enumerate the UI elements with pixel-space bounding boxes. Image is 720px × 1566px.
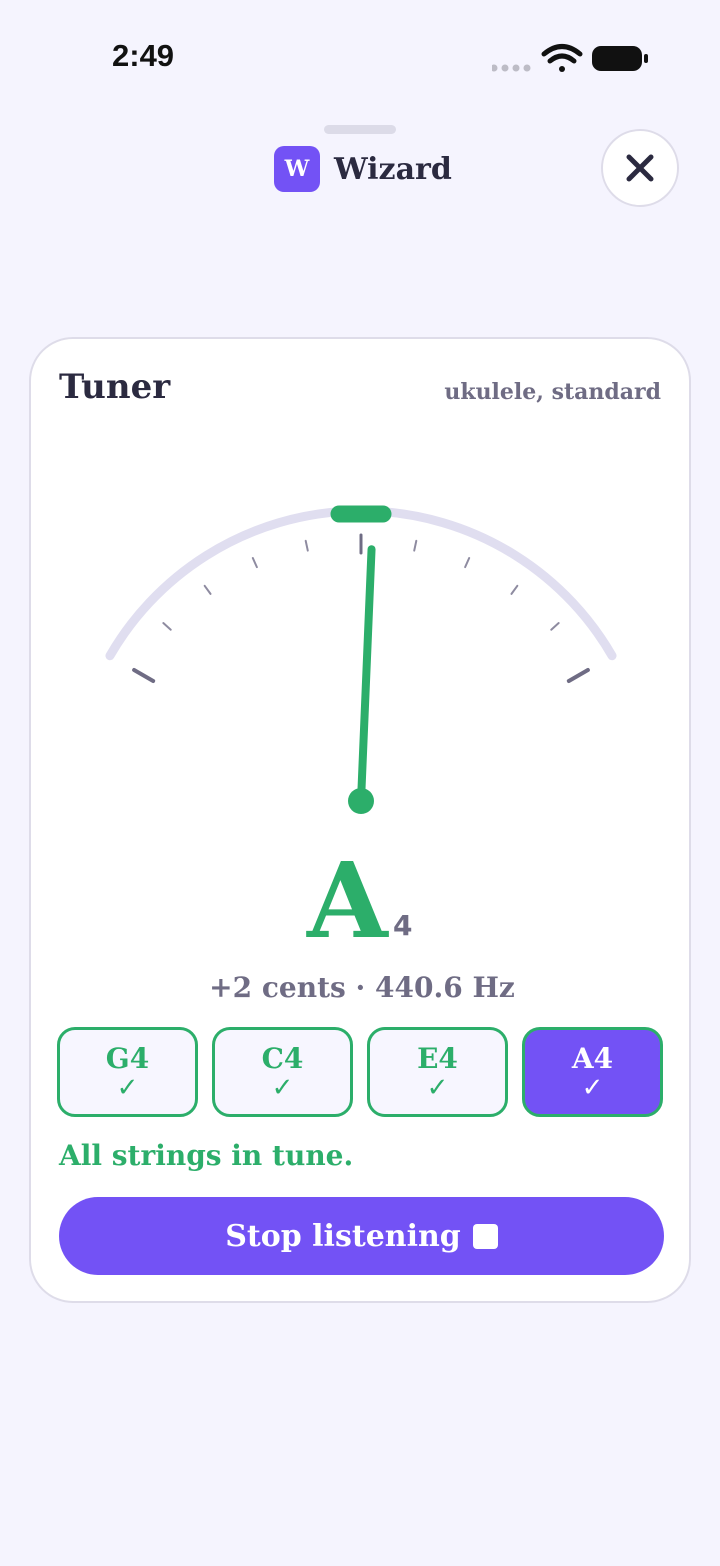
string-button-e4[interactable]: E4 ✓ (367, 1027, 508, 1117)
signal-dots-icon (492, 64, 531, 72)
stop-button-label: Stop listening (225, 1218, 461, 1254)
needle (357, 545, 376, 805)
tune-status: All strings in tune. (59, 1139, 354, 1172)
close-icon (626, 154, 654, 182)
gauge-tick (203, 584, 212, 595)
check-icon: ✓ (581, 1073, 604, 1103)
wifi-icon (541, 44, 583, 72)
sheet-handle[interactable] (324, 125, 396, 134)
string-button-a4[interactable]: A4 ✓ (522, 1027, 663, 1117)
gauge-arc (105, 506, 617, 661)
gauge-tick (464, 556, 471, 569)
status-bar: 2:49 (0, 0, 720, 110)
header: W Wizard (274, 145, 452, 193)
string-button-c4[interactable]: C4 ✓ (212, 1027, 353, 1117)
string-label: C4 (261, 1042, 304, 1075)
string-label: G4 (105, 1042, 150, 1075)
close-button[interactable] (601, 129, 679, 207)
check-icon: ✓ (271, 1073, 294, 1103)
status-icons (492, 44, 648, 72)
stop-listening-button[interactable]: Stop listening (59, 1197, 664, 1275)
gauge-tick (550, 622, 560, 631)
pitch-readout: +2 cents · 440.6 Hz (209, 971, 515, 1004)
gauge-tick (132, 668, 156, 683)
gauge-tick (251, 556, 258, 569)
app-logo: W (274, 146, 320, 192)
check-icon: ✓ (116, 1073, 139, 1103)
gauge-tick (162, 622, 172, 631)
detected-note: A 4 (31, 849, 693, 959)
needle-pivot (348, 788, 374, 814)
check-icon: ✓ (426, 1073, 449, 1103)
tuner-gauge (105, 505, 617, 814)
stop-square-icon (472, 1223, 498, 1249)
string-label: A4 (571, 1042, 614, 1075)
string-label: E4 (417, 1042, 458, 1075)
gauge-tick (413, 539, 418, 552)
app-title: Wizard (334, 151, 452, 187)
string-button-g4[interactable]: G4 ✓ (57, 1027, 198, 1117)
tuner-card: Tuner ukulele, standard A 4 +2 cents · 4… (29, 337, 691, 1303)
gauge-tick (510, 584, 519, 595)
status-time: 2:49 (112, 38, 175, 73)
battery-icon (592, 46, 648, 71)
gauge-tick (566, 668, 590, 683)
string-selector: G4 ✓ C4 ✓ E4 ✓ A4 ✓ (57, 1027, 665, 1119)
gauge-tick (304, 539, 309, 552)
note-octave: 4 (393, 909, 413, 942)
note-letter: A (307, 839, 388, 962)
